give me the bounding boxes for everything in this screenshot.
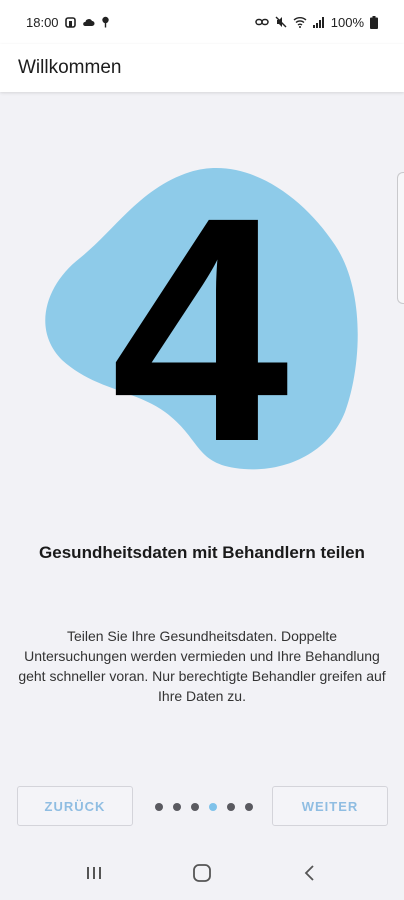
back-button[interactable]: ZURÜCK [17,786,133,826]
link-icon [255,17,269,27]
notification-app-icon [64,16,76,28]
home-button[interactable] [182,853,222,893]
onboarding-description: Teilen Sie Ihre Gesundheitsdaten. Doppel… [18,628,386,704]
page-dot [227,803,235,811]
page-dot [173,803,181,811]
onboarding-navigation: ZURÜCK WEITER [0,786,404,828]
location-pin-icon [101,16,110,28]
cloud-icon [82,17,95,27]
page-dot [155,803,163,811]
step-illustration: 4 [45,150,358,480]
status-time: 18:00 [26,14,59,30]
page-dot [245,803,253,811]
battery-icon [370,15,378,29]
wifi-icon [293,16,307,28]
status-left: 18:00 [26,15,110,30]
battery-percentage: 100% [330,14,364,30]
system-navigation-bar [0,846,404,900]
recent-apps-button[interactable] [74,853,114,893]
recent-apps-icon [87,867,101,879]
edge-panel-handle[interactable] [397,172,404,304]
home-icon [193,864,211,882]
chevron-left-icon [304,865,314,881]
page-dot-active [209,803,217,811]
page-indicator [155,803,253,811]
status-bar: 18:00 100% [0,0,404,44]
app-bar: Willkommen [0,44,404,92]
status-right: 100% [255,15,378,30]
mute-icon [275,16,287,28]
next-button[interactable]: WEITER [272,786,388,826]
back-nav-button[interactable] [290,853,330,893]
step-number: 4 [111,150,291,480]
page-dot [191,803,199,811]
page-title: Willkommen [18,57,122,78]
onboarding-headline: Gesundheitsdaten mit Behandlern teilen [39,543,365,562]
signal-icon [312,16,325,28]
